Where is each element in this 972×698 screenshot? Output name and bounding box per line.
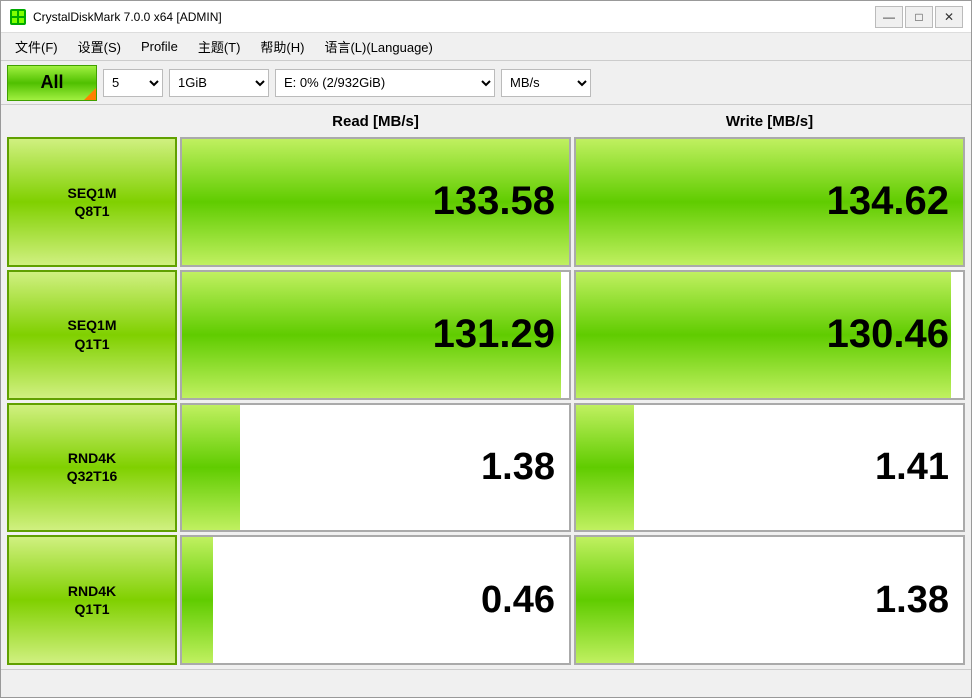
read-value-0: 133.58 — [433, 179, 555, 224]
window-controls: — □ ✕ — [875, 6, 963, 28]
runs-select[interactable]: 5 1 3 10 — [103, 69, 163, 97]
all-button[interactable]: All — [7, 65, 97, 101]
menu-profile[interactable]: Profile — [131, 35, 188, 58]
row-label-0: SEQ1MQ8T1 — [7, 137, 177, 267]
window-title: CrystalDiskMark 7.0.0 x64 [ADMIN] — [33, 10, 875, 24]
read-cell-3: 0.46 — [180, 535, 571, 665]
menubar: 文件(F) 设置(S) Profile 主题(T) 帮助(H) 语言(L)(La… — [1, 33, 971, 61]
menu-settings[interactable]: 设置(S) — [68, 33, 131, 60]
read-value-3: 0.46 — [481, 579, 555, 622]
read-cell-1: 131.29 — [180, 270, 571, 400]
read-value-2: 1.38 — [481, 446, 555, 489]
table-row: RND4KQ1T1 0.46 1.38 — [7, 535, 965, 665]
col-read-header: Read [MB/s] — [180, 109, 571, 134]
read-value-1: 131.29 — [433, 312, 555, 357]
toolbar: All 5 1 3 10 1GiB 512MiB 2GiB 4GiB E: 0%… — [1, 61, 971, 105]
write-value-2: 1.41 — [875, 446, 949, 489]
write-cell-3: 1.38 — [574, 535, 965, 665]
write-value-0: 134.62 — [827, 179, 949, 224]
read-cell-2: 1.38 — [180, 403, 571, 533]
drive-select[interactable]: E: 0% (2/932GiB) — [275, 69, 495, 97]
table-row: SEQ1MQ8T1 133.58 134.62 — [7, 137, 965, 267]
unit-select[interactable]: MB/s GB/s IOPS — [501, 69, 591, 97]
row-label-3: RND4KQ1T1 — [7, 535, 177, 665]
write-cell-1: 130.46 — [574, 270, 965, 400]
write-cell-0: 134.62 — [574, 137, 965, 267]
size-select[interactable]: 1GiB 512MiB 2GiB 4GiB — [169, 69, 269, 97]
statusbar — [1, 669, 971, 697]
main-content: Read [MB/s] Write [MB/s] SEQ1MQ8T1 133.5… — [1, 105, 971, 669]
col-write-header: Write [MB/s] — [574, 109, 965, 134]
table-row: RND4KQ32T16 1.38 1.41 — [7, 403, 965, 533]
main-window: CrystalDiskMark 7.0.0 x64 [ADMIN] — □ ✕ … — [0, 0, 972, 698]
write-cell-2: 1.41 — [574, 403, 965, 533]
maximize-button[interactable]: □ — [905, 6, 933, 28]
minimize-button[interactable]: — — [875, 6, 903, 28]
row-label-1: SEQ1MQ1T1 — [7, 270, 177, 400]
menu-help[interactable]: 帮助(H) — [250, 33, 314, 60]
menu-language[interactable]: 语言(L)(Language) — [314, 33, 442, 60]
close-button[interactable]: ✕ — [935, 6, 963, 28]
table-header: Read [MB/s] Write [MB/s] — [7, 109, 965, 134]
menu-file[interactable]: 文件(F) — [5, 33, 68, 60]
read-cell-0: 133.58 — [180, 137, 571, 267]
titlebar: CrystalDiskMark 7.0.0 x64 [ADMIN] — □ ✕ — [1, 1, 971, 33]
table-row: SEQ1MQ1T1 131.29 130.46 — [7, 270, 965, 400]
write-value-1: 130.46 — [827, 312, 949, 357]
write-value-3: 1.38 — [875, 579, 949, 622]
menu-theme[interactable]: 主题(T) — [188, 33, 251, 60]
app-icon — [9, 8, 27, 26]
row-label-2: RND4KQ32T16 — [7, 403, 177, 533]
